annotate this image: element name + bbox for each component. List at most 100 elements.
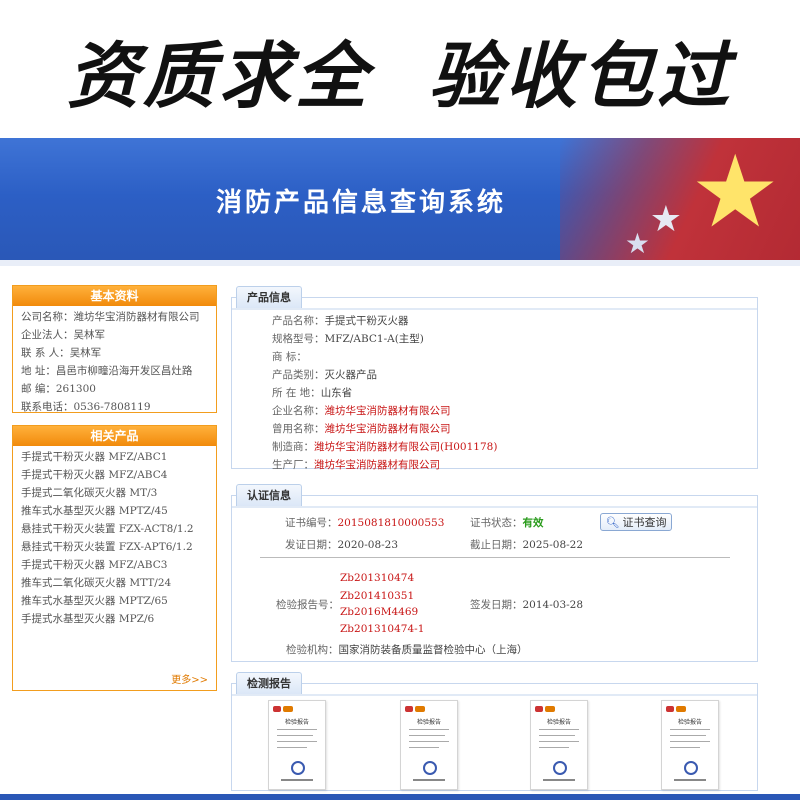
text-line — [670, 747, 700, 748]
panel-header-line — [232, 694, 757, 696]
text-line — [277, 741, 317, 742]
text-line — [670, 735, 706, 736]
report-number-label: 检验报告号： — [276, 599, 339, 611]
seal-icon — [553, 761, 567, 775]
cert-divider — [260, 557, 730, 558]
cert-number-row: 证书编号：2015081810000553 — [285, 517, 445, 529]
product-name-row: 产品名称：手提式干粉灭火器 — [272, 315, 409, 327]
bottom-bar — [0, 794, 800, 800]
report-thumbnail[interactable]: 检验报告 — [661, 700, 719, 790]
product-former-name-row: 曾用名称：潍坊华宝消防器材有限公司 — [272, 423, 451, 435]
more-link[interactable]: 更多>> — [171, 671, 208, 686]
text-line — [409, 729, 449, 730]
text-line — [277, 735, 313, 736]
report-number-link[interactable]: Zb201310474-1 — [340, 623, 424, 635]
text-line — [277, 747, 307, 748]
star-icon: ★ — [649, 199, 682, 240]
logo-icon — [283, 706, 293, 712]
text-line — [539, 735, 575, 736]
star-icon: ★ — [624, 227, 650, 260]
seal-icon — [291, 761, 305, 775]
basic-row-legal: 企业法人：吴林军 — [21, 329, 105, 341]
related-product-link[interactable]: 手提式干粉灭火器 MFZ/ABC4 — [13, 466, 216, 484]
report-thumbnail[interactable]: 检验报告 — [400, 700, 458, 790]
thumbnail-title: 检验报告 — [546, 719, 571, 726]
report-thumbnail[interactable]: 检验报告 — [530, 700, 588, 790]
magnifier-icon: 🔍︎ — [605, 515, 620, 529]
tab-product-info: 产品信息 — [236, 286, 302, 308]
basic-row-company: 公司名称：潍坊华宝消防器材有限公司 — [21, 311, 200, 323]
logo-icon — [666, 706, 674, 712]
seal-icon — [423, 761, 437, 775]
footer-line — [413, 779, 445, 781]
logo-icon — [415, 706, 425, 712]
logo-icon — [405, 706, 413, 712]
related-product-link[interactable]: 手提式干粉灭火器 MFZ/ABC1 — [13, 448, 216, 466]
related-product-link[interactable]: 手提式干粉灭火器 MFZ/ABC3 — [13, 556, 216, 574]
promo-slogan: 资质求全 验收包过 — [66, 33, 734, 118]
footer-line — [674, 779, 706, 781]
related-product-link[interactable]: 推车式二氧化碳灭火器 MTT/24 — [13, 574, 216, 592]
product-factory-row: 生产厂：潍坊华宝消防器材有限公司 — [272, 459, 440, 471]
text-line — [539, 729, 579, 730]
thumbnail-title: 检验报告 — [284, 719, 309, 726]
logo-icon — [535, 706, 543, 712]
logo-icon — [676, 706, 686, 712]
seal-icon — [684, 761, 698, 775]
product-trademark-row: 商 标： — [272, 351, 307, 363]
cert-query-label: 证书查询 — [622, 516, 667, 529]
related-product-link[interactable]: 推车式水基型灭火器 MPTZ/65 — [13, 592, 216, 610]
product-category-row: 产品类别：灭火器产品 — [272, 369, 377, 381]
sign-date-row: 签发日期：2014-03-28 — [470, 599, 584, 611]
report-thumbnail[interactable]: 检验报告 — [268, 700, 326, 790]
header-divider — [0, 260, 800, 266]
related-products-title: 相关产品 — [13, 426, 216, 446]
product-company-row: 企业名称：潍坊华宝消防器材有限公司 — [272, 405, 451, 417]
expire-date-row: 截止日期：2025-08-22 — [470, 539, 584, 551]
issue-date-row: 发证日期：2020-08-23 — [285, 539, 399, 551]
panel-header-line — [232, 506, 757, 508]
basic-row-contact: 联 系 人：吴林军 — [21, 347, 102, 359]
thumbnail-title: 检验报告 — [416, 719, 441, 726]
basic-row-address: 地 址：昌邑市柳疃沿海开发区昌灶路 — [21, 365, 193, 377]
product-location-row: 所 在 地：山东省 — [272, 387, 353, 399]
report-number-link[interactable]: Zb2016M4469 — [340, 606, 418, 618]
related-product-link[interactable]: 悬挂式干粉灭火装置 FZX-APT6/1.2 — [13, 538, 216, 556]
cert-status-row: 证书状态：有效 — [470, 517, 544, 529]
report-number-link[interactable]: Zb201410351 — [340, 590, 414, 602]
related-products-box: 相关产品 手提式干粉灭火器 MFZ/ABC1 手提式干粉灭火器 MFZ/ABC4… — [12, 425, 217, 691]
star-icon: ★ — [690, 138, 780, 250]
related-product-link[interactable]: 悬挂式干粉灭火装置 FZX-ACT8/1.2 — [13, 520, 216, 538]
thumbnail-title: 检验报告 — [677, 719, 702, 726]
page-title: 消防产品信息查询系统 — [216, 188, 507, 218]
logo-icon — [545, 706, 555, 712]
text-line — [409, 735, 445, 736]
panel-header-line — [232, 308, 757, 310]
text-line — [670, 741, 710, 742]
footer-line — [543, 779, 575, 781]
site-header: ★ ★ ★ 消防产品信息查询系统 — [0, 138, 800, 266]
related-product-link[interactable]: 手提式水基型灭火器 MPZ/6 — [13, 610, 216, 628]
tab-cert-info: 认证信息 — [236, 484, 302, 506]
cert-query-button[interactable]: 🔍︎ 证书查询 — [600, 513, 672, 531]
promo-banner: 资质求全 验收包过 — [0, 0, 800, 138]
inspection-org-row: 检验机构：国家消防装备质量监督检验中心（上海） — [286, 644, 528, 656]
related-product-link[interactable]: 推车式水基型灭火器 MPTZ/45 — [13, 502, 216, 520]
footer-line — [281, 779, 313, 781]
product-model-row: 规格型号：MFZ/ABC1-A(主型) — [272, 333, 424, 345]
tab-test-reports: 检测报告 — [236, 672, 302, 694]
text-line — [670, 729, 710, 730]
basic-info-title: 基本资料 — [13, 286, 216, 306]
text-line — [409, 741, 449, 742]
basic-row-postcode: 邮 编：261300 — [21, 383, 96, 395]
report-number-link[interactable]: Zb201310474 — [340, 572, 414, 584]
related-product-link[interactable]: 手提式二氧化碳灭火器 MT/3 — [13, 484, 216, 502]
basic-row-phone: 联系电话：0536-7808119 — [21, 401, 151, 413]
text-line — [539, 741, 579, 742]
basic-info-box: 基本资料 公司名称：潍坊华宝消防器材有限公司 企业法人：吴林军 联 系 人：吴林… — [12, 285, 217, 413]
text-line — [409, 747, 439, 748]
logo-icon — [273, 706, 281, 712]
text-line — [539, 747, 569, 748]
text-line — [277, 729, 317, 730]
product-manufacturer-row: 制造商：潍坊华宝消防器材有限公司(H001178) — [272, 441, 498, 453]
